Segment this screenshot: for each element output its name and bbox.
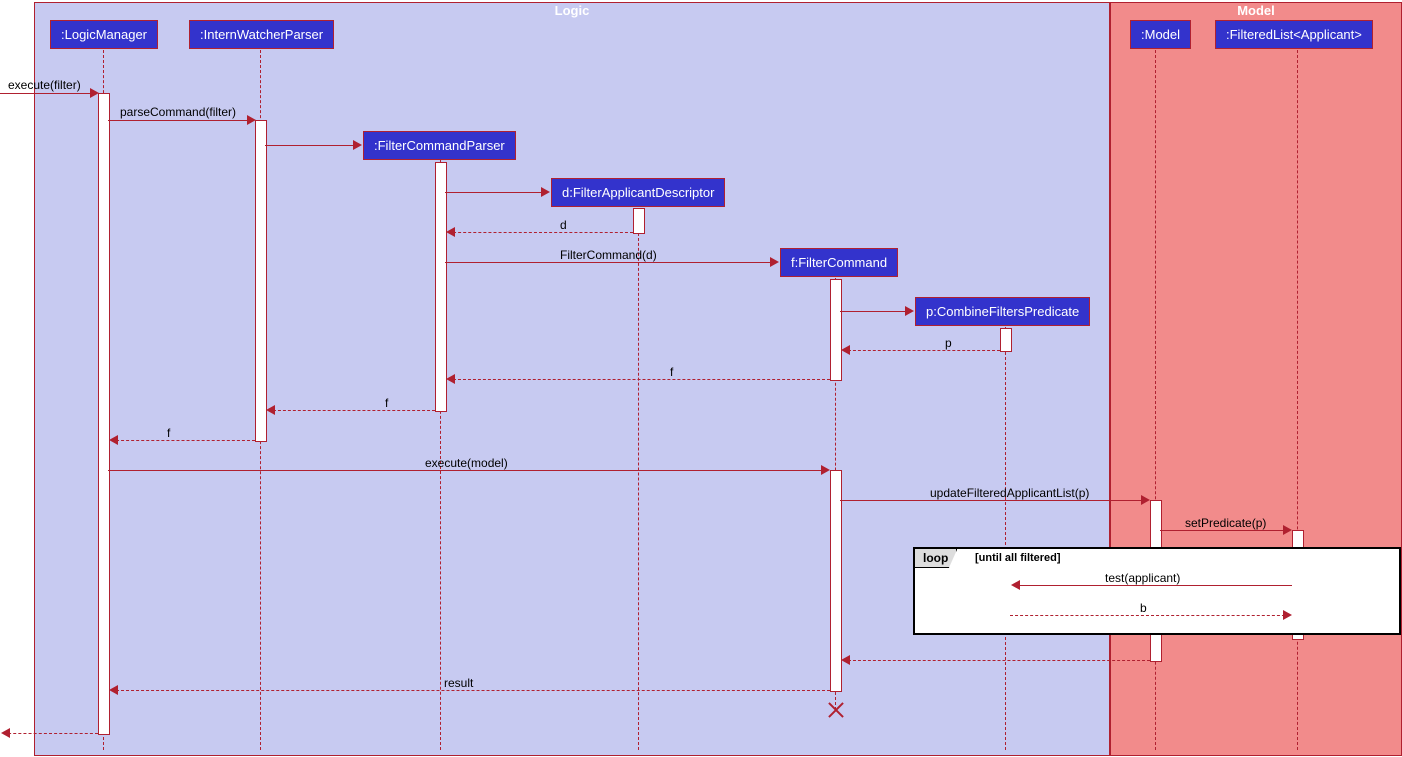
logic-box-title: Logic [549,1,596,20]
destroy-filter-command [827,702,843,718]
arrow-create-predicate [840,311,912,312]
arrowhead-return-external [1,728,10,738]
arrow-return-external [3,733,98,734]
arrowhead-create-filter-command-parser [353,140,362,150]
arrowhead-return-f-2 [266,405,275,415]
arrow-return-b [1010,615,1290,616]
arrowhead-create-predicate [905,306,914,316]
arrow-create-descriptor [445,192,548,193]
participant-combine-filters-predicate: p:CombineFiltersPredicate [915,297,1090,326]
msg-d: d [560,218,567,232]
activation-logic-manager [98,93,110,735]
model-box-title: Model [1231,1,1281,20]
participant-model: :Model [1130,20,1191,49]
arrow-return-p [843,350,1000,351]
msg-execute-model: execute(model) [425,456,508,470]
msg-update-filtered: updateFilteredApplicantList(p) [930,486,1089,500]
arrow-result [111,690,830,691]
arrow-update-filtered [840,500,1148,501]
arrowhead-test-applicant [1011,580,1020,590]
lifeline-filtered-list [1297,50,1298,750]
arrowhead-execute-model [821,465,830,475]
arrow-test-applicant [1013,585,1292,586]
arrow-return-f-3 [111,440,255,441]
activation-filter-command-1 [830,279,842,381]
participant-intern-watcher-parser: :InternWatcherParser [189,20,334,49]
arrowhead-return-b [1283,610,1292,620]
msg-filter-command-d: FilterCommand(d) [560,248,657,262]
arrow-return-model [843,660,1150,661]
arrow-return-f-2 [268,410,435,411]
activation-intern-watcher-parser [255,120,267,442]
msg-result: result [444,676,473,690]
arrowhead-return-model [841,655,850,665]
participant-filter-command: f:FilterCommand [780,248,898,277]
msg-b: b [1140,601,1147,615]
arrowhead-create-descriptor [541,187,550,197]
msg-f-2: f [385,396,388,410]
arrow-set-predicate [1160,530,1290,531]
activation-combine-filters-predicate-1 [1000,328,1012,352]
msg-f-1: f [670,365,673,379]
arrowhead-return-f-1 [446,374,455,384]
activation-filter-applicant-descriptor [633,208,645,234]
participant-filter-command-parser: :FilterCommandParser [363,131,516,160]
arrowhead-update-filtered [1141,495,1150,505]
arrow-parse-command [108,120,254,121]
arrowhead-return-d [446,227,455,237]
msg-set-predicate: setPredicate(p) [1185,516,1266,530]
arrowhead-result [109,685,118,695]
arrowhead-return-p [841,345,850,355]
loop-label: loop [915,549,957,568]
msg-execute-filter: execute(filter) [8,78,81,92]
loop-condition: [until all filtered] [975,552,1061,564]
arrowhead-parse-command [247,115,256,125]
participant-logic-manager: :LogicManager [50,20,158,49]
arrowhead-set-predicate [1283,525,1292,535]
msg-parse-command: parseCommand(filter) [120,105,236,119]
participant-filtered-list: :FilteredList<Applicant> [1215,20,1373,49]
sequence-diagram: Logic Model :LogicManager :InternWatcher… [0,0,1402,757]
arrowhead-return-f-3 [109,435,118,445]
arrowhead-create-filter-command [770,257,779,267]
msg-test-applicant: test(applicant) [1105,571,1180,585]
arrow-create-filter-command [445,262,777,263]
arrow-return-d [448,232,633,233]
arrow-create-filter-command-parser [265,145,360,146]
participant-filter-applicant-descriptor: d:FilterApplicantDescriptor [551,178,725,207]
msg-p: p [945,336,952,350]
arrow-execute-model [108,470,828,471]
lifeline-combine-filters-predicate [1005,327,1006,750]
loop-fragment: loop [until all filtered] [913,547,1401,635]
lifeline-filter-applicant-descriptor [638,208,639,750]
msg-f-3: f [167,426,170,440]
arrow-return-f-1 [448,379,830,380]
arrowhead-execute-filter [90,88,99,98]
arrow-execute-filter [0,93,97,94]
